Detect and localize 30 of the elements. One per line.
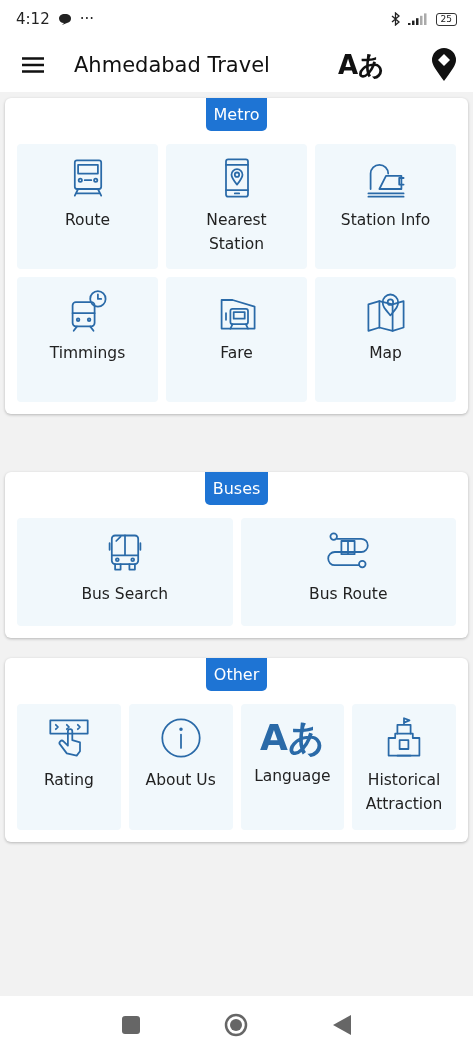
menu-tile[interactable]: Timmings	[17, 277, 158, 402]
menu-tile[interactable]: Fare	[166, 277, 307, 402]
location-pin-icon[interactable]	[431, 48, 457, 82]
section-badge: Other	[205, 658, 268, 691]
language-button[interactable]: Aあ	[337, 52, 385, 78]
menu-tile[interactable]: Bus Route	[240, 518, 456, 626]
section-badge: Buses	[204, 472, 269, 505]
app-title: Ahmedabad Travel	[74, 53, 270, 77]
tile-icon	[158, 716, 203, 760]
menu-tile[interactable]: Station Info	[315, 144, 456, 269]
menu-tile[interactable]: About Us	[128, 704, 233, 830]
language-glyph: Aあ	[259, 720, 325, 756]
menu-tile[interactable]: Rating	[17, 704, 121, 830]
more-indicator: ···	[79, 10, 94, 28]
section-badge: Metro	[205, 98, 268, 131]
status-time: 4:12	[16, 10, 50, 28]
signal-icon	[407, 13, 428, 25]
back-button[interactable]	[332, 1015, 351, 1035]
chat-icon	[57, 13, 72, 25]
bluetooth-icon	[390, 12, 400, 26]
menu-tile[interactable]: Map	[315, 277, 456, 402]
menu-icon[interactable]	[22, 57, 44, 73]
recents-button[interactable]	[122, 1016, 141, 1034]
home-button[interactable]	[224, 1013, 249, 1037]
menu-tile[interactable]: Bus Search	[17, 518, 233, 626]
battery-indicator: 25	[435, 12, 457, 26]
menu-tile[interactable]: Aあ Language	[240, 704, 345, 830]
menu-tile[interactable]: Nearest Station	[166, 144, 307, 269]
menu-tile[interactable]: Route	[17, 144, 158, 269]
menu-tile[interactable]: Historical Attraction	[352, 704, 456, 830]
